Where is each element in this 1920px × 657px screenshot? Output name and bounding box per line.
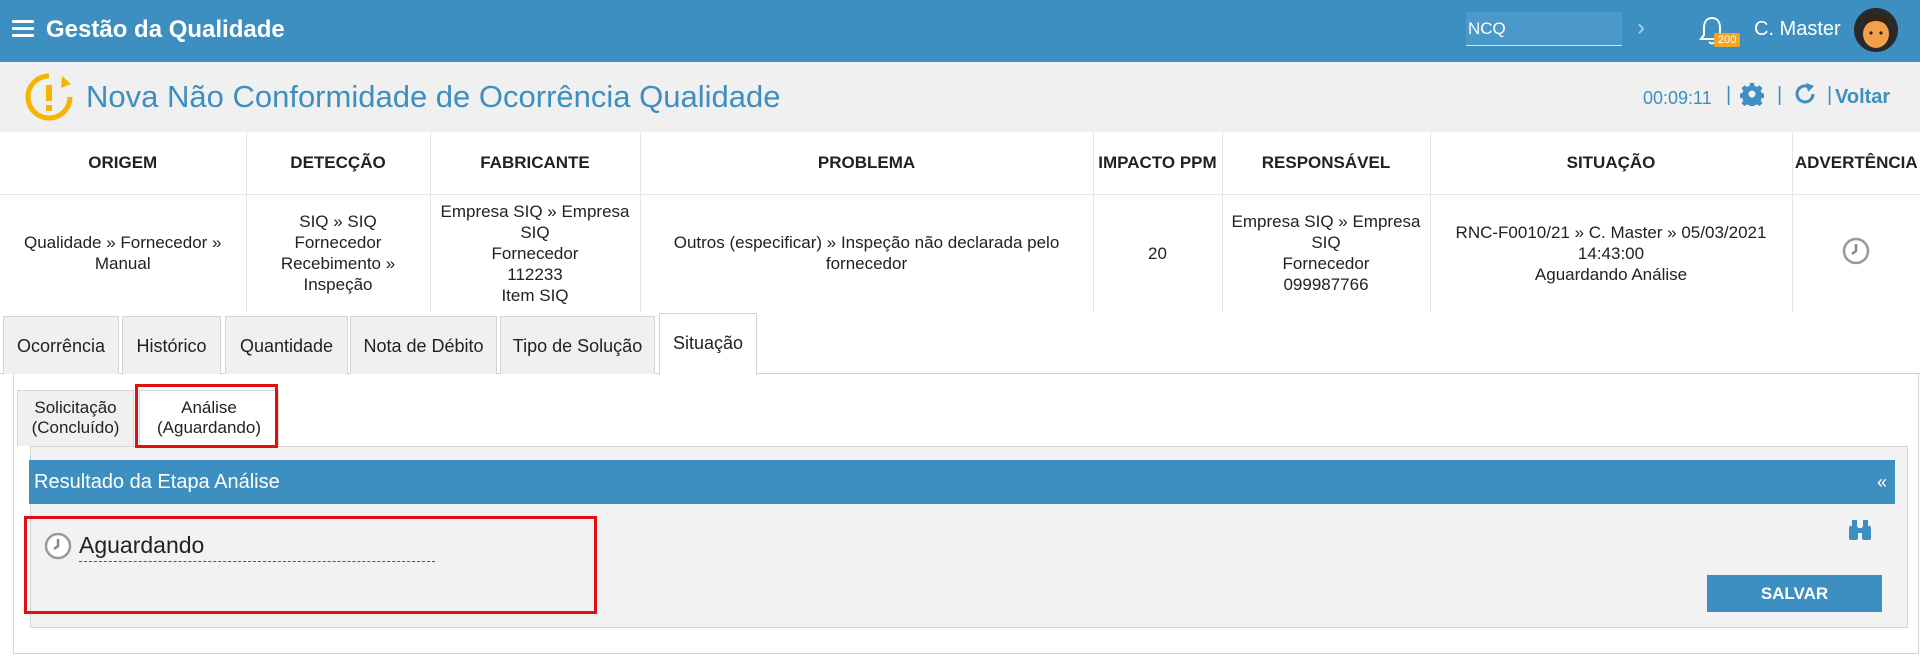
subtab-status: (Concluído) [31,418,120,437]
menu-icon[interactable] [12,20,34,38]
notification-badge: 200 [1714,33,1741,47]
separator: | [1777,84,1783,106]
gear-icon[interactable] [1740,82,1764,106]
section-title: Resultado da Etapa Análise [34,471,280,493]
cell-line: Fornecedor [491,243,579,263]
summary-header-row: ORIGEM DETECÇÃO FABRICANTE PROBLEMA IMPA… [0,132,1920,195]
cell-line: Qualidade » Fornecedor » [23,233,222,253]
cell-line: Recebimento » [280,254,396,274]
cell-line: SIQ [1311,233,1341,253]
column-header: RESPONSÁVEL [1222,132,1431,195]
cell-line: Inspeção [303,275,373,295]
cell-line: SIQ » SIQ [299,212,377,232]
tab-historico[interactable]: Histórico [122,316,221,374]
cell-line: 099987766 [1283,275,1369,295]
chevron-right-icon[interactable]: › [1637,14,1645,42]
column-header: PROBLEMA [640,132,1094,195]
refresh-icon[interactable] [1793,82,1817,106]
cell-line: Fornecedor [294,233,382,253]
cell-line: Item SIQ [501,285,569,305]
page-title: Nova Não Conformidade de Ocorrência Qual… [86,79,781,114]
cell-deteccao: SIQ » SIQ Fornecedor Recebimento » Inspe… [246,194,431,312]
cell-impacto-ppm: 20 [1093,194,1223,312]
tab-ocorrencia[interactable]: Ocorrência [3,316,119,374]
cell-problema: Outros (especificar) » Inspeção não decl… [640,194,1094,312]
column-header: ORIGEM [0,132,247,195]
cell-situacao: RNC-F0010/21 » C. Master » 05/03/2021 14… [1430,194,1793,312]
tab-quantidade[interactable]: Quantidade [225,316,348,374]
search-input[interactable] [1466,12,1622,46]
cell-line: fornecedor [825,254,908,274]
binoculars-icon[interactable] [1848,518,1872,542]
tab-situacao[interactable]: Situação [659,313,757,375]
cell-line: Fornecedor [1282,254,1370,274]
cell-line: Empresa SIQ » Empresa [440,201,630,221]
column-header: FABRICANTE [430,132,641,195]
cell-advertencia [1792,194,1920,312]
collapse-icon[interactable]: « [1877,460,1887,504]
user-name[interactable]: C. Master [1754,18,1841,41]
page-header: Nova Não Conformidade de Ocorrência Qual… [0,62,1920,132]
timer: 00:09:11 [1643,88,1712,108]
cell-line: Aguardando Análise [1534,264,1688,284]
cell-origem: Qualidade » Fornecedor » Manual [0,194,247,312]
cell-line: Manual [94,254,151,274]
cell-line: 14:43:00 [1577,243,1645,263]
avatar[interactable] [1854,8,1898,52]
tab-nota-de-debito[interactable]: Nota de Débito [350,316,497,374]
subtab-solicitacao[interactable]: Solicitação (Concluído) [17,390,134,446]
table-row: Qualidade » Fornecedor » Manual SIQ » SI… [0,194,1920,312]
column-header: ADVERTÊNCIA [1792,132,1920,195]
warning-cycle-icon [25,73,73,121]
cell-line: SIQ [520,222,550,242]
subtab-label: Solicitação [34,398,117,417]
cell-line: Outros (especificar) » Inspeção não decl… [673,233,1060,253]
summary-table: ORIGEM DETECÇÃO FABRICANTE PROBLEMA IMPA… [0,132,1920,312]
column-header: SITUAÇÃO [1430,132,1793,195]
app-title: Gestão da Qualidade [46,16,285,43]
cell-line: RNC-F0010/21 » C. Master » 05/03/2021 [1455,222,1767,242]
cell-line: 112233 [507,264,563,284]
separator: | [1726,84,1732,106]
column-header: DETECÇÃO [246,132,431,195]
highlight-box [135,384,278,448]
cell-responsavel: Empresa SIQ » Empresa SIQ Fornecedor 099… [1222,194,1431,312]
tab-bar: Ocorrência Histórico Quantidade Nota de … [0,312,1920,375]
clock-icon [1843,237,1870,264]
result-section-header: Resultado da Etapa Análise « [29,460,1895,504]
cell-line: Empresa SIQ » Empresa [1231,212,1421,232]
separator: | [1827,84,1833,106]
top-bar: Gestão da Qualidade › 200 C. Master [0,0,1920,62]
cell-fabricante: Empresa SIQ » Empresa SIQ Fornecedor 112… [430,194,641,312]
tab-tipo-de-solucao[interactable]: Tipo de Solução [500,316,655,374]
save-button[interactable]: SALVAR [1707,575,1882,612]
highlight-box [24,516,597,614]
column-header: IMPACTO PPM [1093,132,1223,195]
back-link[interactable]: Voltar [1835,86,1890,109]
